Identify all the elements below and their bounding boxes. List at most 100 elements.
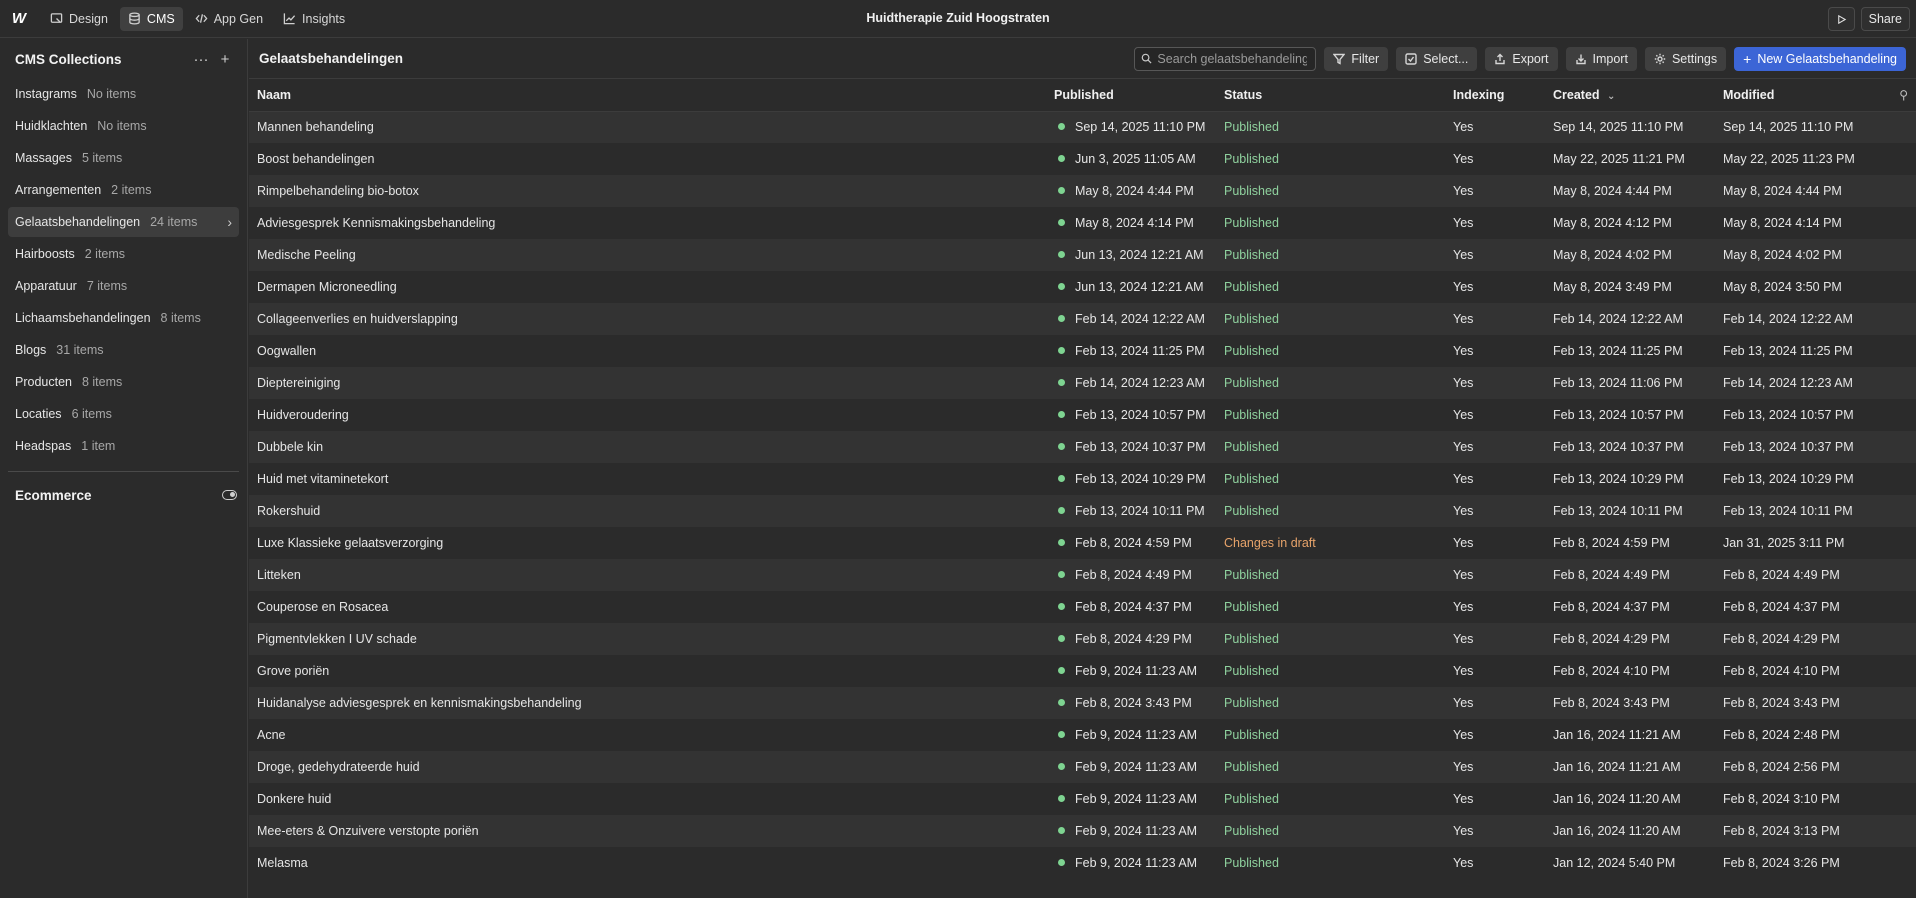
cell-indexing: Yes [1445,495,1545,527]
cell-status-text: Published [1224,120,1279,135]
cell-published: Feb 14, 2024 12:22 AM [1046,303,1216,335]
cell-created: Feb 14, 2024 12:22 AM [1545,303,1715,335]
sidebar-item-headspas[interactable]: Headspas 1 item [8,431,239,461]
col-indexing[interactable]: Indexing [1445,79,1545,112]
select-button[interactable]: Select... [1396,46,1478,71]
toggle-icon[interactable] [222,490,237,500]
search-input[interactable] [1157,51,1308,66]
published-dot-icon [1058,283,1065,290]
sidebar-item-lichaamsbehandelingen[interactable]: Lichaamsbehandelingen 8 items [8,303,239,333]
share-button[interactable]: Share [1860,7,1910,31]
cell-published-text: Feb 8, 2024 4:29 PM [1075,632,1192,646]
sidebar-item-apparatuur[interactable]: Apparatuur 7 items [8,271,239,301]
cell-modified: Feb 13, 2024 10:37 PM [1715,431,1885,463]
new-item-button[interactable]: + New Gelaatsbehandeling [1734,46,1906,71]
cell-indexing: Yes [1445,399,1545,431]
table-row[interactable]: Oogwallen Feb 13, 2024 11:25 PM Published Y… [249,335,1916,367]
table-row[interactable]: Mee-eters & Onzuivere verstopte poriën Fe… [249,815,1916,847]
nav-cms[interactable]: CMS [119,6,183,31]
cell-indexing: Yes [1445,431,1545,463]
table-row[interactable]: Rokershuid Feb 13, 2024 10:11 PM Published… [249,495,1916,527]
table-row[interactable]: Litteken Feb 8, 2024 4:49 PM Published Yes F… [249,559,1916,591]
collection-main: Gelaatsbehandelingen Filter Select... Ex… [249,39,1916,898]
cell-naam-text: Melasma [257,856,308,870]
sidebar-item-huidklachten[interactable]: Huidklachten No items [8,111,239,141]
items-table: Naam Published Status Indexing Created ⌄… [249,79,1916,879]
table-row[interactable]: Couperose en Rosacea Feb 8, 2024 4:37 PM P… [249,591,1916,623]
top-right-actions: Share [1827,7,1910,31]
col-modified[interactable]: Modified [1715,79,1885,112]
table-row[interactable]: Rimpelbehandeling bio-botox May 8, 2024 4… [249,175,1916,207]
sidebar-item-count: 5 items [81,151,123,165]
table-row[interactable]: Droge, gedehydrateerde huid Feb 9, 2024 1… [249,751,1916,783]
cell-modified-text: Jan 31, 2025 3:11 PM [1723,536,1845,550]
table-row[interactable]: Grove poriën Feb 9, 2024 11:23 AM Publishe… [249,655,1916,687]
cell-empty [1885,719,1916,751]
filter-button[interactable]: Filter [1324,46,1389,71]
cell-indexing: Yes [1445,559,1545,591]
table-row[interactable]: Dieptereiniging Feb 14, 2024 12:23 AM Publ… [249,367,1916,399]
nav-app-gen[interactable]: App Gen [187,7,271,31]
cell-created: Feb 8, 2024 4:59 PM [1545,527,1715,559]
cell-created-text: Feb 8, 2024 4:49 PM [1553,568,1670,582]
import-button[interactable]: Import [1565,46,1637,71]
table-row[interactable]: Melasma Feb 9, 2024 11:23 AM Published Yes J… [249,847,1916,879]
sidebar-item-arrangementen[interactable]: Arrangementen 2 items [8,175,239,205]
sidebar-item-gelaatsbehandelingen[interactable]: Gelaatsbehandelingen 24 items › [8,207,239,237]
table-row[interactable]: Huid met vitaminetekort Feb 13, 2024 10:2… [249,463,1916,495]
col-published[interactable]: Published [1046,79,1216,112]
nav-insights[interactable]: Insights [275,7,353,31]
cell-naam-text: Dermapen Microneedling [257,280,397,294]
sidebar-item-hairboosts[interactable]: Hairboosts 2 items [8,239,239,269]
cell-indexing-text: Yes [1453,312,1474,326]
col-status[interactable]: Status [1216,79,1445,112]
cell-naam-text: Litteken [257,568,301,582]
table-row[interactable]: Boost behandelingen Jun 3, 2025 11:05 AM P… [249,143,1916,175]
cell-status-text: Published [1224,632,1279,646]
sidebar-item-instagrams[interactable]: Instagrams No items [8,79,239,109]
cell-status: Published [1216,751,1445,783]
cell-empty [1885,655,1916,687]
table-row[interactable]: Medische Peeling Jun 13, 2024 12:21 AM Pub… [249,239,1916,271]
sidebar-item-producten[interactable]: Producten 8 items [8,367,239,397]
cell-naam-text: Collageenverlies en huidverslapping [257,312,458,326]
cell-naam-text: Huidanalyse adviesgesprek en kennismakin… [257,696,582,710]
more-icon[interactable]: ··· [189,47,213,71]
table-row[interactable]: Dubbele kin Feb 13, 2024 10:37 PM Publishe… [249,431,1916,463]
table-row[interactable]: Acne Feb 9, 2024 11:23 AM Published Yes Jan … [249,719,1916,751]
table-row[interactable]: Huidveroudering Feb 13, 2024 10:57 PM Publ… [249,399,1916,431]
col-naam[interactable]: Naam [249,79,1046,112]
cell-published: Feb 9, 2024 11:23 AM [1046,815,1216,847]
cell-status-text: Published [1224,440,1279,454]
sidebar-item-massages[interactable]: Massages 5 items [8,143,239,173]
cell-empty [1885,399,1916,431]
nav-design[interactable]: Design [42,7,116,31]
pin-icon[interactable]: ⚲ [1885,79,1916,112]
add-collection-icon[interactable]: + [213,47,237,71]
table-row[interactable]: Huidanalyse adviesgesprek en kennismakin… [249,687,1916,719]
sidebar-item-count: No items [97,119,147,133]
published-dot-icon [1058,475,1065,482]
sidebar-item-label: Apparatuur [15,279,77,293]
export-button[interactable]: Export [1485,46,1558,71]
sidebar-item-locaties[interactable]: Locaties 6 items [8,399,239,429]
cell-naam-text: Pigmentvlekken I UV schade [257,632,417,646]
table-row[interactable]: Donkere huid Feb 9, 2024 11:23 AM Publishe… [249,783,1916,815]
settings-button[interactable]: Settings [1644,46,1727,71]
table-row[interactable]: Luxe Klassieke gelaatsverzorging Feb 8, 2… [249,527,1916,559]
table-row[interactable]: Adviesgesprek Kennismakingsbehandeling Ma… [249,207,1916,239]
col-created[interactable]: Created ⌄ [1545,79,1715,112]
cell-indexing-text: Yes [1453,440,1474,454]
preview-button[interactable] [1827,7,1855,31]
sidebar-item-blogs[interactable]: Blogs 31 items [8,335,239,365]
cell-indexing-text: Yes [1453,408,1474,422]
cell-empty [1885,847,1916,879]
cell-created-text: Feb 13, 2024 10:11 PM [1553,504,1683,518]
ecommerce-section[interactable]: Ecommerce [0,484,247,506]
cell-published: Feb 9, 2024 11:23 AM [1046,655,1216,687]
table-row[interactable]: Dermapen Microneedling Jun 13, 2024 12:21… [249,271,1916,303]
webflow-logo[interactable]: W [0,0,38,38]
table-row[interactable]: Pigmentvlekken I UV schade Feb 8, 2024 4:… [249,623,1916,655]
table-row[interactable]: Mannen behandeling Sep 14, 2025 11:10 PM P… [249,111,1916,143]
table-row[interactable]: Collageenverlies en huidverslapping Feb 1… [249,303,1916,335]
